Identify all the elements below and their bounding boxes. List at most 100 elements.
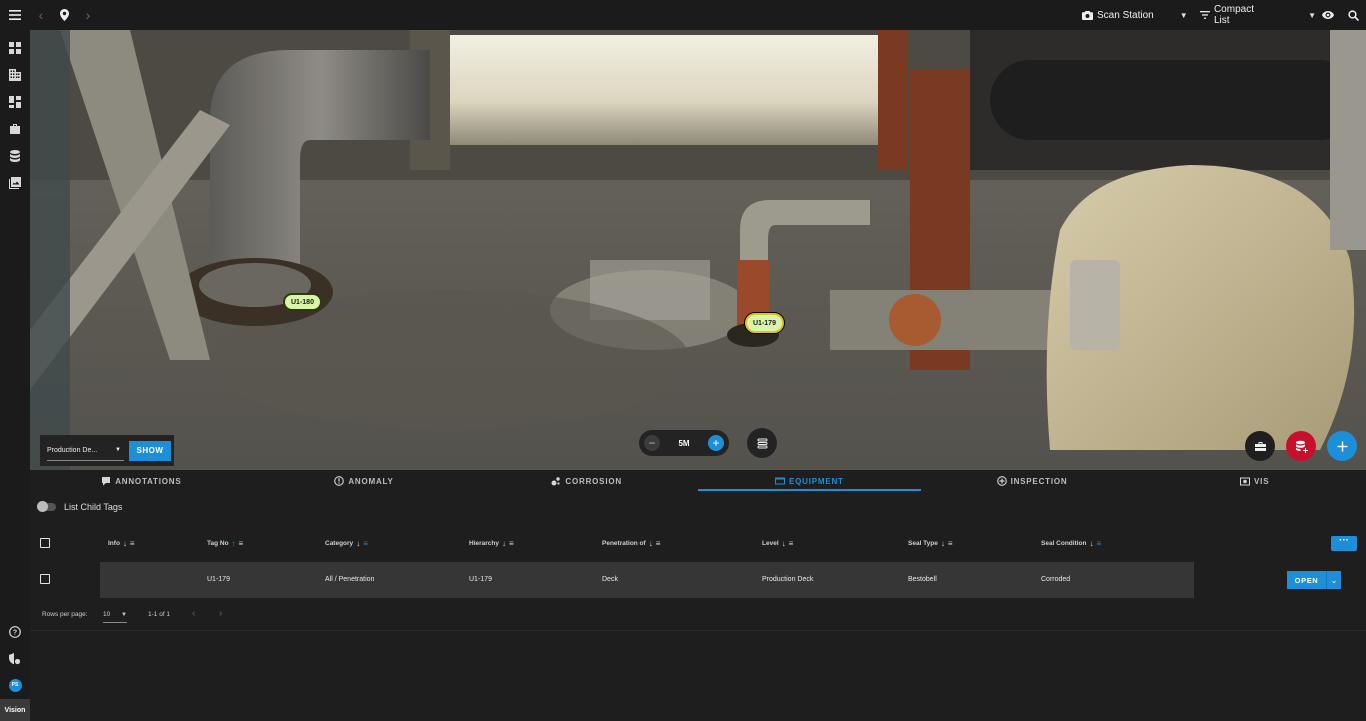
- cell-seal-condition: Corroded: [1041, 576, 1071, 583]
- column-header-seal-type[interactable]: Seal Type ↓ ≡: [908, 539, 953, 548]
- app-label: Vision: [0, 699, 30, 721]
- layout-icon[interactable]: [0, 89, 30, 115]
- database-icon[interactable]: [0, 143, 30, 169]
- back-icon[interactable]: ‹: [30, 0, 52, 30]
- plus-icon[interactable]: +: [708, 435, 724, 451]
- avatar[interactable]: PS: [0, 672, 30, 698]
- filter-icon[interactable]: ≡: [948, 539, 953, 548]
- building-icon[interactable]: [0, 62, 30, 88]
- row-highlight: [100, 562, 1194, 598]
- sort-down-icon[interactable]: ↓: [123, 539, 127, 548]
- toolbox-icon: [1254, 441, 1266, 451]
- filter-list-icon: [1200, 11, 1210, 19]
- chevron-down-icon: ▼: [1308, 10, 1316, 20]
- search-icon[interactable]: [1340, 0, 1366, 30]
- table-header: Info ↓ ≡ Tag No ↑ ≡ Category ↓ ≡ Hierarchy ↓ ≡ P…: [30, 530, 1366, 558]
- tag-marker-label: U1-179: [753, 319, 776, 327]
- location-pin-icon[interactable]: [52, 0, 76, 30]
- toggle-switch[interactable]: [37, 501, 56, 512]
- column-header-info[interactable]: Info ↓ ≡: [108, 539, 135, 548]
- prev-page-icon[interactable]: ‹: [192, 608, 195, 619]
- filter-icon[interactable]: ≡: [789, 539, 794, 548]
- column-header-hierarchy[interactable]: Hierarchy ↓ ≡: [469, 539, 514, 548]
- rows-per-page-select[interactable]: 10 ▼: [103, 607, 127, 623]
- eye-icon[interactable]: [1316, 0, 1340, 30]
- briefcase-icon[interactable]: [0, 116, 30, 142]
- sort-down-icon[interactable]: ↓: [502, 539, 506, 548]
- open-button[interactable]: OPEN: [1287, 571, 1327, 589]
- tag-marker[interactable]: U1-180: [283, 293, 322, 311]
- column-header-tag-no[interactable]: Tag No ↑ ≡: [207, 539, 243, 548]
- filter-icon[interactable]: ≡: [656, 539, 661, 548]
- dashboard-icon[interactable]: [0, 35, 30, 61]
- tab-label: ANOMALY: [348, 476, 394, 486]
- add-button[interactable]: [1327, 431, 1357, 461]
- settings-shield-icon[interactable]: [0, 646, 30, 672]
- tab-label: INSPECTION: [1010, 476, 1068, 486]
- chevron-down-icon: ▼: [1179, 10, 1188, 20]
- level-select[interactable]: Production De... ▼: [47, 441, 124, 461]
- pagination: Rows per page: 10 ▼ 1-1 of 1 ‹ ›: [30, 598, 1366, 631]
- compact-list-label: Compact List: [1213, 4, 1254, 26]
- table-row[interactable]: U1-179 All / Penetration U1-179 Deck Pro…: [30, 562, 1366, 598]
- more-options-button[interactable]: ···: [1331, 536, 1357, 551]
- row-checkbox[interactable]: [40, 574, 50, 584]
- scan-station-select[interactable]: Scan Station ▼: [1082, 0, 1188, 30]
- column-header-seal-condition[interactable]: Seal Condition ↓ ≡: [1041, 539, 1101, 548]
- filter-icon[interactable]: ≡: [130, 539, 135, 548]
- show-button[interactable]: SHOW: [129, 440, 171, 461]
- level-filter-box: Production De... ▼ SHOW: [40, 435, 174, 466]
- page-range: 1-1 of 1: [148, 611, 171, 618]
- chevron-down-icon: ▼: [121, 611, 127, 618]
- list-child-tags-toggle[interactable]: List Child Tags: [37, 501, 122, 512]
- tag-marker-selected[interactable]: U1-179: [745, 313, 784, 333]
- gallery-icon[interactable]: [0, 170, 30, 196]
- add-database-button[interactable]: [1286, 431, 1316, 461]
- column-header-category[interactable]: Category ↓ ≡: [325, 539, 368, 548]
- rows-per-page-value: 10: [103, 611, 111, 618]
- layers-button[interactable]: [747, 428, 777, 458]
- cell-hierarchy: U1-179: [469, 576, 492, 583]
- panorama-viewer[interactable]: U1-180 U1-179 Production De... ▼ SHOW − …: [30, 30, 1366, 470]
- column-header-level[interactable]: Level ↓ ≡: [762, 539, 793, 548]
- sort-down-icon[interactable]: ↓: [782, 539, 786, 548]
- tab-equipment[interactable]: EQUIPMENT: [698, 470, 921, 492]
- sort-down-icon[interactable]: ↓: [941, 539, 945, 548]
- add-circle-icon: [996, 476, 1007, 486]
- sidebar: ? PS Vision: [0, 30, 30, 721]
- scene-image: [30, 30, 1366, 470]
- column-label: Seal Condition: [1041, 540, 1087, 547]
- compact-list-select[interactable]: Compact List ▼: [1200, 0, 1316, 30]
- top-bar: ‹ › Scan Station ▼ Compact List ▼: [0, 0, 1366, 30]
- sort-down-icon[interactable]: ↓: [356, 539, 360, 548]
- minus-icon[interactable]: −: [644, 435, 660, 451]
- filter-icon[interactable]: ≡: [363, 539, 368, 548]
- column-label: Seal Type: [908, 540, 938, 547]
- layers-icon: [757, 438, 767, 448]
- cell-penetration-of: Deck: [602, 576, 618, 583]
- sort-up-icon[interactable]: ↑: [232, 539, 236, 548]
- help-icon[interactable]: ?: [0, 619, 30, 645]
- corrosion-icon: [551, 477, 561, 486]
- cell-seal-type: Bestobell: [908, 576, 937, 583]
- filter-icon[interactable]: ≡: [1097, 539, 1102, 548]
- filter-icon[interactable]: ≡: [509, 539, 514, 548]
- filter-icon[interactable]: ≡: [239, 539, 244, 548]
- sort-down-icon[interactable]: ↓: [1090, 539, 1094, 548]
- tab-annotations[interactable]: ANNOTATIONS: [30, 470, 253, 492]
- tab-corrosion[interactable]: CORROSION: [475, 470, 698, 492]
- tab-label: EQUIPMENT: [788, 476, 844, 486]
- select-all-checkbox[interactable]: [40, 538, 50, 548]
- cell-tag-no: U1-179: [207, 576, 230, 583]
- tab-inspection[interactable]: INSPECTION: [921, 470, 1144, 492]
- tab-anomaly[interactable]: ANOMALY: [253, 470, 476, 492]
- tab-vis[interactable]: VIS: [1143, 470, 1366, 492]
- sort-down-icon[interactable]: ↓: [649, 539, 653, 548]
- menu-icon[interactable]: [0, 0, 30, 30]
- forward-icon[interactable]: ›: [76, 0, 100, 30]
- tab-label: CORROSION: [565, 476, 622, 486]
- next-page-icon[interactable]: ›: [219, 608, 222, 619]
- column-header-penetration-of[interactable]: Penetration of ↓ ≡: [602, 539, 660, 548]
- toolbox-button[interactable]: [1245, 431, 1275, 461]
- chevron-down-icon[interactable]: ⌄: [1327, 571, 1341, 589]
